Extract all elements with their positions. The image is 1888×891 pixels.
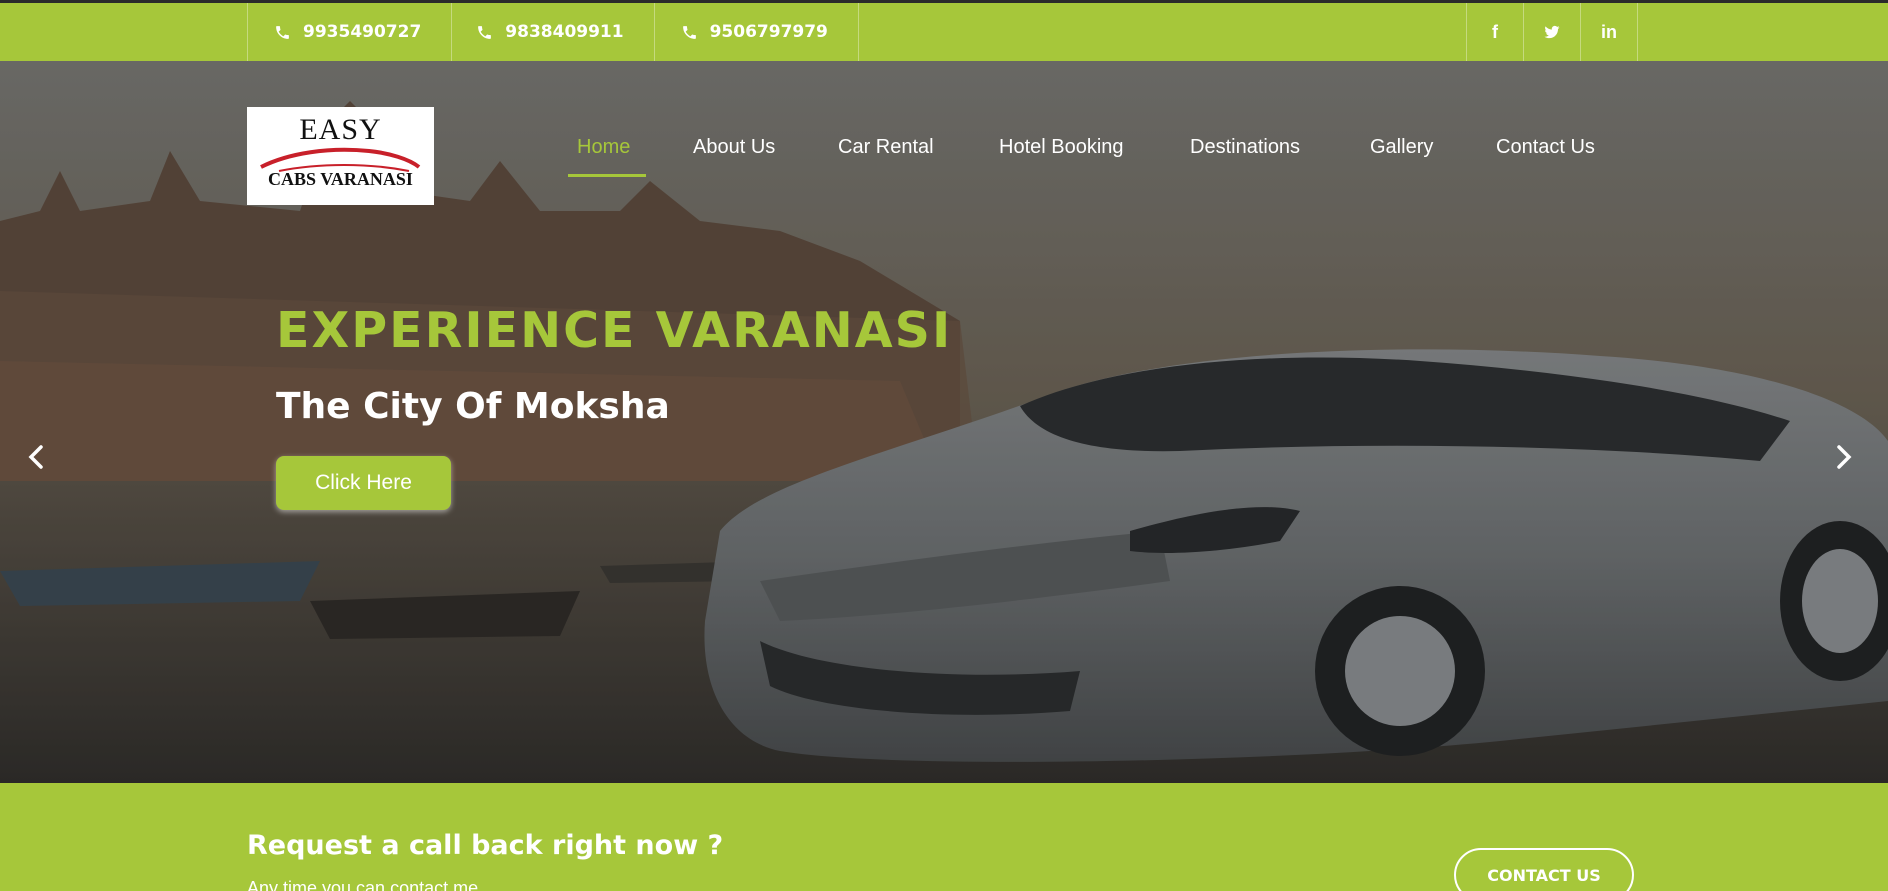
nav-item-hotel-booking[interactable]: Hotel Booking bbox=[999, 136, 1124, 159]
logo-line-1: EASY bbox=[299, 113, 382, 146]
nav-item-car-rental[interactable]: Car Rental bbox=[838, 136, 934, 159]
phone-list: 9935490727 9838409911 9506797979 bbox=[247, 3, 859, 61]
phone-item-2[interactable]: 9838409911 bbox=[452, 3, 655, 61]
hero-cta-button[interactable]: Click Here bbox=[276, 456, 451, 510]
phone-item-3[interactable]: 9506797979 bbox=[655, 3, 859, 61]
nav-item-about-us[interactable]: About Us bbox=[693, 136, 775, 159]
linkedin-icon[interactable]: in bbox=[1581, 3, 1638, 61]
contact-us-button[interactable]: CONTACT US bbox=[1454, 848, 1634, 891]
phone-number: 9838409911 bbox=[505, 22, 624, 42]
phone-number: 9506797979 bbox=[709, 22, 828, 42]
twitter-icon[interactable] bbox=[1524, 3, 1581, 61]
social-links: f in bbox=[1466, 3, 1638, 61]
facebook-icon[interactable]: f bbox=[1467, 3, 1524, 61]
nav-item-contact-us[interactable]: Contact Us bbox=[1496, 136, 1595, 159]
phone-icon bbox=[478, 25, 492, 39]
slider-prev-arrow-icon[interactable] bbox=[22, 442, 52, 472]
nav-item-destinations[interactable]: Destinations bbox=[1190, 136, 1300, 159]
hero-subtitle: The City Of Moksha bbox=[276, 386, 670, 427]
phone-number: 9935490727 bbox=[303, 22, 422, 42]
hero-title: EXPERIENCE VARANASI bbox=[276, 302, 953, 359]
slider-next-arrow-icon[interactable] bbox=[1828, 442, 1858, 472]
phone-icon bbox=[682, 25, 696, 39]
nav-item-home[interactable]: Home bbox=[577, 136, 630, 159]
callback-subtitle: Any time you can contact me bbox=[247, 878, 479, 891]
callback-title: Request a call back right now ? bbox=[247, 830, 724, 861]
phone-icon bbox=[276, 25, 289, 39]
twitter-bird-icon bbox=[1544, 25, 1560, 39]
phone-item-1[interactable]: 9935490727 bbox=[248, 3, 453, 61]
nav-active-indicator bbox=[568, 174, 646, 177]
top-bar: 9935490727 9838409911 9506797979 f in bbox=[0, 0, 1888, 61]
nav-item-gallery[interactable]: Gallery bbox=[1370, 136, 1433, 159]
logo-line-2: CABS VARANASI bbox=[268, 169, 413, 189]
site-logo[interactable]: EASY CABS VARANASI bbox=[247, 107, 434, 205]
